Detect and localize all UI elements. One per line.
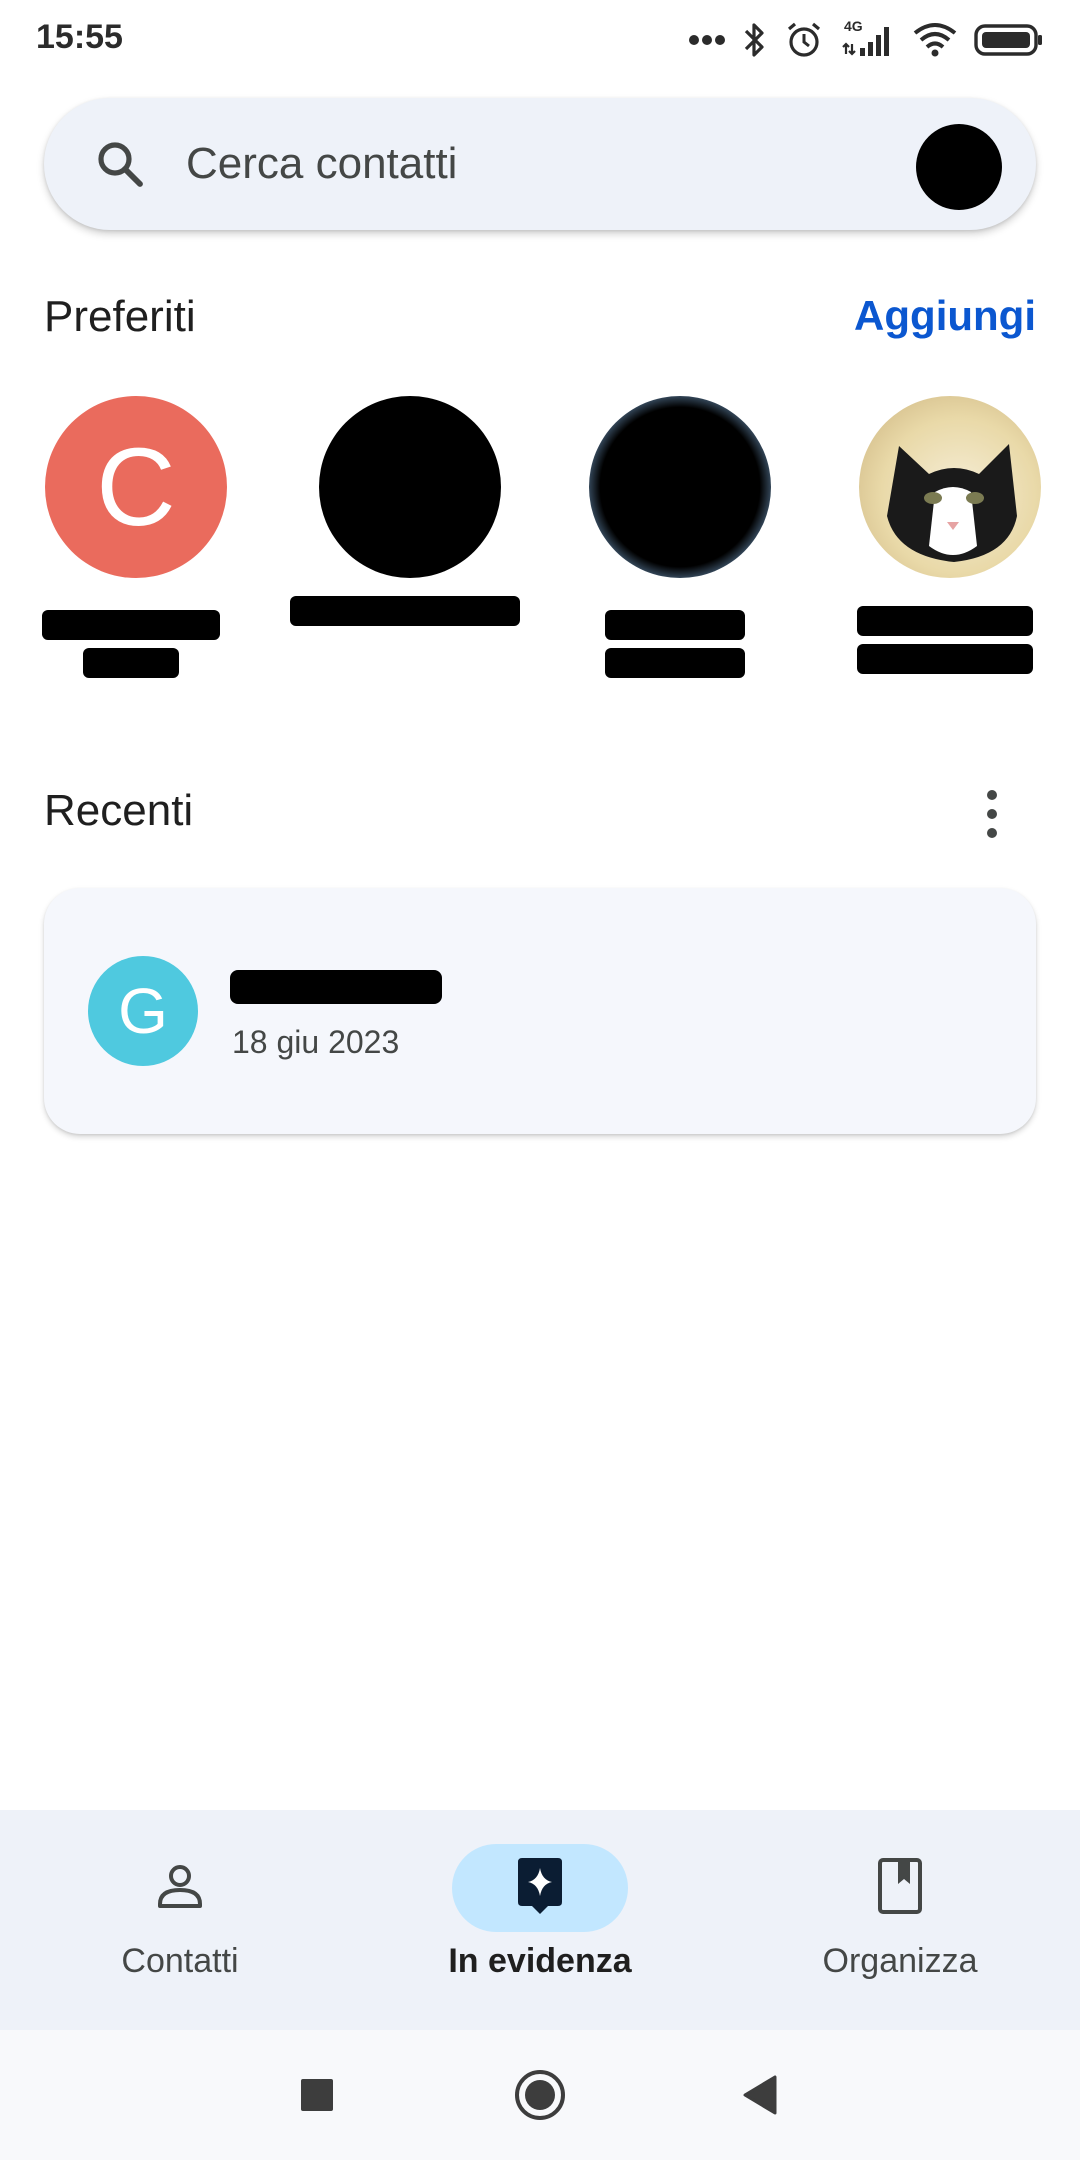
wifi-icon: [912, 20, 958, 60]
highlight-star-icon: [512, 1856, 568, 1921]
nav-organize[interactable]: Organizza: [720, 1810, 1080, 2030]
square-icon: [300, 2078, 334, 2117]
system-navigation-bar: [0, 2030, 1080, 2160]
nav-label: In evidenza: [448, 1942, 632, 1980]
search-bar[interactable]: [44, 98, 1036, 230]
recent-date: 18 giu 2023: [232, 1024, 400, 1060]
add-favorite-link[interactable]: Aggiungi: [854, 292, 1036, 340]
contact-name-redacted: [560, 610, 790, 686]
contact-name-redacted: [230, 970, 442, 1004]
contact-avatar: C: [45, 396, 227, 578]
home-circle-icon: [513, 2068, 567, 2127]
search-icon: [94, 138, 146, 190]
nav-icon-container: [452, 1844, 628, 1932]
recents-button[interactable]: [290, 2070, 344, 2124]
favorite-contact[interactable]: C: [16, 396, 246, 706]
more-dots-icon: [688, 34, 726, 46]
signal-icon: 4G: [840, 18, 896, 60]
contact-avatar: [319, 396, 501, 578]
contacts-highlights-screen: 15:55 4G Cerca contatti Preferiti Aggiun…: [0, 0, 1080, 2160]
back-triangle-icon: [741, 2073, 781, 2122]
person-icon: [152, 1858, 208, 1919]
nav-highlights[interactable]: In evidenza: [360, 1810, 720, 2030]
contact-avatar: G: [88, 956, 198, 1066]
favorite-contact[interactable]: [830, 396, 1060, 706]
search-input[interactable]: [186, 136, 886, 192]
battery-icon: [974, 22, 1044, 58]
network-label: 4G: [844, 18, 863, 34]
recent-contact-card[interactable]: G 18 giu 2023: [44, 888, 1036, 1134]
bottom-navigation: Contatti In evidenza Organizza: [0, 1810, 1080, 2030]
contact-avatar: [589, 396, 771, 578]
alarm-icon: [784, 20, 824, 60]
bluetooth-icon: [742, 20, 768, 60]
contact-photo: [859, 396, 1041, 578]
favorite-contact[interactable]: [290, 396, 520, 706]
favorite-contact[interactable]: [560, 396, 790, 706]
bookmark-icon: [872, 1856, 928, 1921]
account-avatar[interactable]: [916, 124, 1002, 210]
cat-photo-icon: [887, 444, 1017, 562]
home-button[interactable]: [513, 2068, 567, 2127]
contact-name-redacted: [290, 596, 520, 634]
avatar-letter: C: [96, 425, 176, 549]
nav-icon-container: [92, 1844, 268, 1932]
status-time: 15:55: [36, 18, 123, 56]
more-options-icon[interactable]: [966, 786, 1018, 842]
nav-label: Contatti: [121, 1942, 239, 1980]
nav-contacts[interactable]: Contatti: [0, 1810, 360, 2030]
nav-label: Organizza: [822, 1942, 978, 1980]
recent-title: Recenti: [44, 786, 194, 835]
avatar-letter: G: [118, 975, 168, 1047]
contact-name-redacted: [16, 610, 246, 686]
status-icons: 4G: [688, 18, 1044, 62]
status-bar: 15:55 4G: [0, 0, 1080, 78]
contact-name-redacted: [830, 606, 1060, 682]
nav-icon-container: [812, 1844, 988, 1932]
favorites-title: Preferiti: [44, 292, 196, 341]
back-button[interactable]: [734, 2070, 788, 2124]
